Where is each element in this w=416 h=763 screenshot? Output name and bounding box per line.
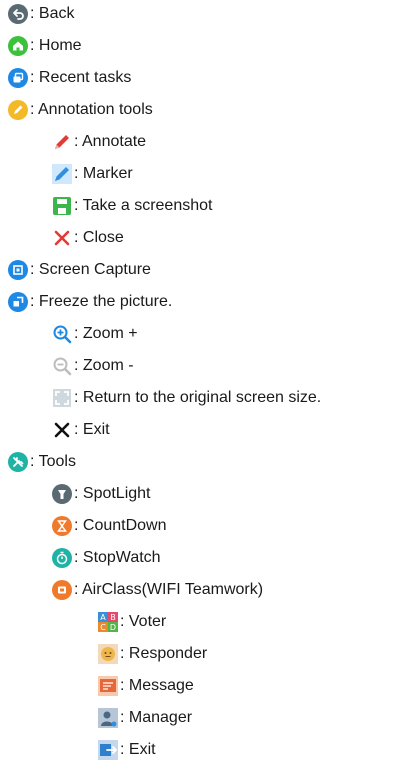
- manager-label: : Manager: [120, 709, 193, 726]
- take-screenshot-label: : Take a screenshot: [74, 197, 213, 214]
- exit-label: : Exit: [74, 421, 110, 438]
- menu-item-recent-tasks: : Recent tasks: [8, 66, 131, 90]
- menu-item-zoom-in: : Zoom +: [52, 322, 138, 346]
- zoom-in-icon: [52, 324, 72, 344]
- close-label: : Close: [74, 229, 124, 246]
- marker-label: : Marker: [74, 165, 133, 182]
- svg-text:A: A: [100, 613, 106, 622]
- exit-door-icon: [98, 740, 118, 760]
- svg-text:B: B: [110, 613, 116, 622]
- annotate-label: : Annotate: [74, 133, 147, 150]
- screen-capture-label: : Screen Capture: [30, 261, 151, 278]
- menu-item-original-size: : Return to the original screen size.: [52, 386, 321, 410]
- menu-item-zoom-out: : Zoom -: [52, 354, 134, 378]
- responder-label: : Responder: [120, 645, 208, 662]
- airclass-exit-label: : Exit: [120, 741, 156, 758]
- menu-item-message: : Message: [98, 674, 194, 698]
- menu-item-voter: ABCD : Voter: [98, 610, 166, 634]
- menu-item-spotlight: : SpotLight: [52, 482, 151, 506]
- zoom-out-label: : Zoom -: [74, 357, 134, 374]
- spotlight-icon: [52, 484, 72, 504]
- annotation-tools-label: : Annotation tools: [30, 101, 153, 118]
- responder-icon: [98, 644, 118, 664]
- menu-item-stopwatch: : StopWatch: [52, 546, 161, 570]
- menu-item-marker: : Marker: [52, 162, 133, 186]
- menu-item-home: : Home: [8, 34, 82, 58]
- message-icon: [98, 676, 118, 696]
- menu-item-back: : Back: [8, 2, 74, 26]
- menu-item-screen-capture: : Screen Capture: [8, 258, 151, 282]
- menu-item-close: : Close: [52, 226, 124, 250]
- menu-item-exit: : Exit: [52, 418, 110, 442]
- tools-label: : Tools: [30, 453, 76, 470]
- menu-item-annotate: : Annotate: [52, 130, 146, 154]
- zoom-in-label: : Zoom +: [74, 325, 138, 342]
- voter-label: : Voter: [120, 613, 167, 630]
- save-icon: [52, 196, 72, 216]
- menu-item-manager: : Manager: [98, 706, 192, 730]
- freeze-label: : Freeze the picture.: [30, 293, 173, 310]
- menu-item-take-screenshot: : Take a screenshot: [52, 194, 212, 218]
- recent-tasks-label: : Recent tasks: [30, 69, 132, 86]
- original-size-icon: [52, 388, 72, 408]
- stopwatch-label: : StopWatch: [74, 549, 161, 566]
- tools-icon: [8, 452, 28, 472]
- message-label: : Message: [120, 677, 194, 694]
- menu-item-freeze: : Freeze the picture.: [8, 290, 172, 314]
- airclass-icon: [52, 580, 72, 600]
- menu-item-countdown: : CountDown: [52, 514, 167, 538]
- screen-capture-icon: [8, 260, 28, 280]
- home-icon: [8, 36, 28, 56]
- stopwatch-icon: [52, 548, 72, 568]
- manager-icon: [98, 708, 118, 728]
- original-size-label: : Return to the original screen size.: [74, 389, 322, 406]
- marker-icon: [52, 164, 72, 184]
- hourglass-icon: [52, 516, 72, 536]
- menu-item-airclass: : AirClass(WIFI Teamwork): [52, 578, 263, 602]
- menu-item-responder: : Responder: [98, 642, 207, 666]
- back-icon: [8, 4, 28, 24]
- countdown-label: : CountDown: [74, 517, 167, 534]
- pencil-icon: [8, 100, 28, 120]
- airclass-label: : AirClass(WIFI Teamwork): [74, 581, 264, 598]
- home-label: : Home: [30, 37, 82, 54]
- close-icon: [52, 228, 72, 248]
- exit-x-icon: [52, 420, 72, 440]
- zoom-out-icon: [52, 356, 72, 376]
- svg-text:D: D: [110, 623, 116, 632]
- recent-tasks-icon: [8, 68, 28, 88]
- menu-item-tools: : Tools: [8, 450, 76, 474]
- back-label: : Back: [30, 5, 75, 22]
- menu-item-annotation-tools: : Annotation tools: [8, 98, 153, 122]
- menu-item-airclass-exit: : Exit: [98, 738, 156, 762]
- svg-text:C: C: [100, 623, 106, 632]
- voter-icon: ABCD: [98, 612, 118, 632]
- red-pen-icon: [52, 132, 72, 152]
- spotlight-label: : SpotLight: [74, 485, 151, 502]
- freeze-icon: [8, 292, 28, 312]
